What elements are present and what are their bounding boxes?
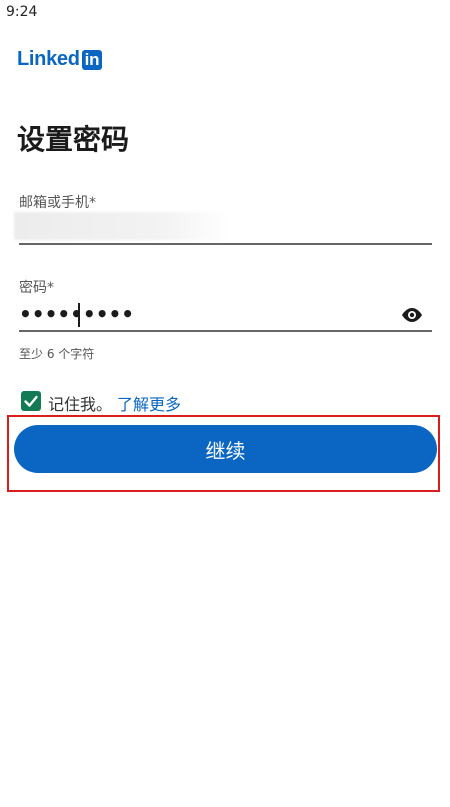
highlight-annotation-box <box>7 415 440 492</box>
password-field-underline <box>19 330 432 332</box>
remember-me-label: 记住我。 <box>48 395 113 414</box>
password-field-label: 密码* <box>19 280 54 296</box>
email-field-input[interactable] <box>14 212 230 240</box>
learn-more-link[interactable]: 了解更多 <box>117 391 181 415</box>
email-field-label: 邮箱或手机* <box>19 195 96 211</box>
logo-in-box: in <box>81 49 103 70</box>
text-caret <box>78 303 80 327</box>
linkedin-logo: Linked in <box>17 48 103 71</box>
password-field-input[interactable]: ••••••••• <box>19 302 134 326</box>
email-field-underline <box>19 243 432 245</box>
checkmark-icon <box>24 395 38 407</box>
status-bar-time: 9:24 <box>6 4 38 20</box>
page-title: 设置密码 <box>17 123 130 156</box>
remember-me-checkbox[interactable] <box>21 391 41 411</box>
eye-icon[interactable] <box>399 305 425 325</box>
logo-text: Linked <box>17 48 80 70</box>
password-helper-text: 至少 6 个字符 <box>19 347 95 361</box>
